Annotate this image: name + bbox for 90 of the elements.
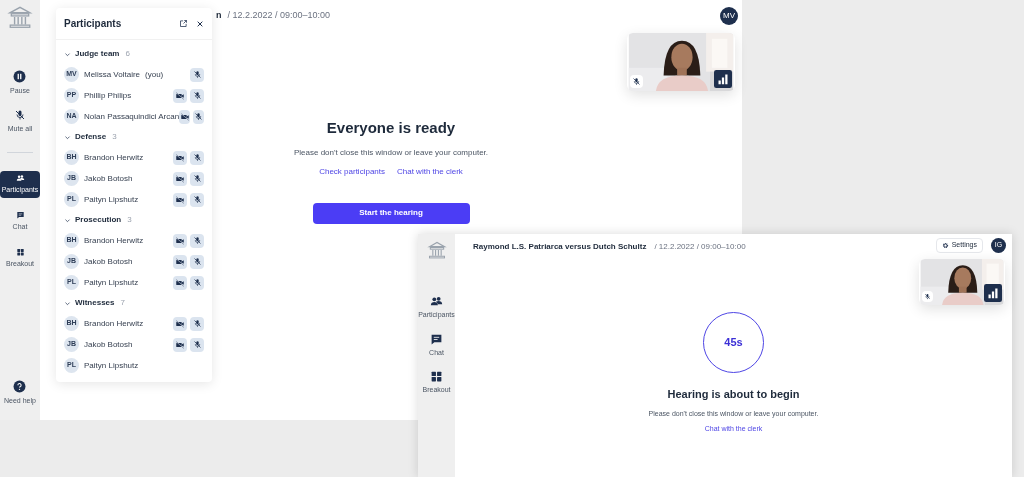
muted-microphone-icon (192, 319, 202, 328)
mic-off-button[interactable] (190, 316, 204, 331)
user-avatar[interactable]: MV (720, 7, 738, 25)
grid-icon (430, 370, 443, 383)
mic-off-button[interactable] (190, 192, 204, 207)
group-header[interactable]: Prosecution 3 (64, 210, 204, 230)
muted-microphone-icon (192, 195, 202, 204)
mic-off-button[interactable] (190, 337, 204, 352)
participant-name: Jakob Botosh (84, 255, 133, 268)
camera-off-icon (175, 277, 185, 288)
people-icon (430, 295, 443, 308)
link[interactable]: Check participants (319, 165, 385, 178)
camera-off-button[interactable] (173, 192, 187, 207)
camera-off-icon (175, 173, 185, 184)
mic-off-button[interactable] (190, 67, 204, 82)
camera-off-button[interactable] (173, 254, 187, 269)
camera-off-icon (175, 152, 185, 163)
pop-out-button[interactable] (179, 19, 188, 28)
start-hearing-button[interactable]: Start the hearing (312, 202, 470, 224)
participant-name: Brandon Herwitz (84, 151, 144, 164)
camera-off-button[interactable] (173, 337, 187, 352)
camera-off-button[interactable] (173, 88, 187, 103)
participant-name: Paityn Lipshutz (84, 193, 139, 206)
participant-name: Jakob Botosh (84, 338, 133, 351)
case-title: n (216, 9, 222, 22)
mic-off-button[interactable] (190, 254, 204, 269)
participant-name: Paityn Lipshutz (84, 359, 139, 372)
group-header[interactable]: Judge team 6 (64, 44, 204, 64)
case-title: Raymond L.S. Patriarca versus Dutch Schultz (473, 241, 647, 253)
group-header[interactable]: Defense 3 (64, 127, 204, 147)
muted-microphone-icon (192, 278, 202, 287)
muted-microphone-icon (14, 108, 26, 121)
muted-microphone-icon (194, 112, 204, 121)
status-heading: Hearing is about to begin (667, 387, 800, 402)
panel-title: Participants (64, 17, 123, 31)
signal-bars-icon (714, 70, 732, 88)
courthouse-icon (426, 240, 447, 260)
mic-off-button[interactable] (190, 150, 204, 165)
camera-off-button[interactable] (173, 316, 187, 331)
camera-off-icon (175, 235, 185, 246)
mic-off-button[interactable] (190, 275, 204, 290)
close-button[interactable] (196, 19, 204, 28)
camera-off-icon (175, 318, 185, 329)
participant-name: Phillip Philips (84, 89, 132, 102)
status-heading: Everyone is ready (326, 118, 456, 138)
muted-microphone-icon (924, 293, 931, 300)
camera-off-icon (175, 256, 185, 267)
you-label: (you) (145, 68, 164, 81)
participant-name: Brandon Herwitz (84, 317, 144, 330)
link[interactable]: Chat with the clerk (397, 165, 463, 178)
muted-microphone-icon (192, 153, 202, 162)
microphone-button[interactable] (922, 291, 933, 302)
camera-off-icon (175, 90, 185, 101)
status-message: Please don't close this window or leave your computer. (293, 146, 489, 159)
muted-microphone-icon (192, 236, 202, 245)
camera-off-button[interactable] (173, 150, 187, 165)
muted-microphone-icon (192, 91, 202, 100)
mic-off-button[interactable] (193, 109, 204, 124)
mic-off-button[interactable] (190, 88, 204, 103)
hearing-date: / 12.2.2022 / 09:00–10:00 (227, 9, 331, 22)
camera-off-icon (175, 194, 185, 205)
pop-out-icon (179, 19, 188, 28)
participant-name: Melissa Voltaire (84, 68, 141, 81)
signal-bars-icon (984, 284, 1002, 302)
muted-microphone-icon (192, 340, 202, 349)
microphone-button[interactable] (630, 75, 643, 88)
camera-off-button[interactable] (173, 275, 187, 290)
hearing-date: / 12.2.2022 / 09:00–10:00 (654, 241, 746, 253)
chat-bubble-icon (430, 332, 443, 346)
muted-microphone-icon (192, 70, 202, 79)
close-icon (196, 19, 204, 28)
participant-name: Nolan Passaquindici Arcan (84, 110, 180, 123)
participant-name: Paityn Lipshutz (84, 276, 139, 289)
muted-microphone-icon (632, 77, 641, 86)
mic-off-button[interactable] (190, 233, 204, 248)
group-header[interactable]: Witnesses 7 (64, 293, 204, 313)
camera-off-button[interactable] (179, 109, 191, 124)
mic-off-button[interactable] (190, 171, 204, 186)
muted-microphone-icon (192, 174, 202, 183)
gear-icon (941, 242, 949, 249)
participant-name: Jakob Botosh (84, 172, 133, 185)
muted-microphone-icon (192, 257, 202, 266)
camera-off-button[interactable] (173, 171, 187, 186)
camera-off-button[interactable] (173, 233, 187, 248)
camera-off-icon (179, 111, 190, 122)
courthouse-icon (7, 4, 33, 30)
pause-icon (13, 70, 27, 83)
camera-off-icon (175, 339, 185, 350)
help-icon (13, 379, 27, 393)
participant-name: Brandon Herwitz (84, 234, 144, 247)
